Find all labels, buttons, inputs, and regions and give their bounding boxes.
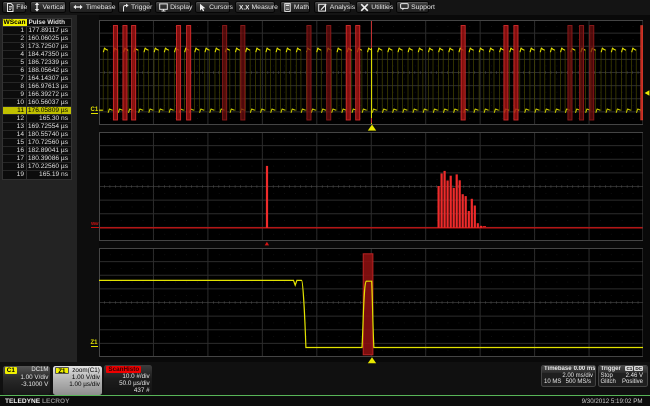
svg-text:X.X: X.X <box>239 5 249 12</box>
